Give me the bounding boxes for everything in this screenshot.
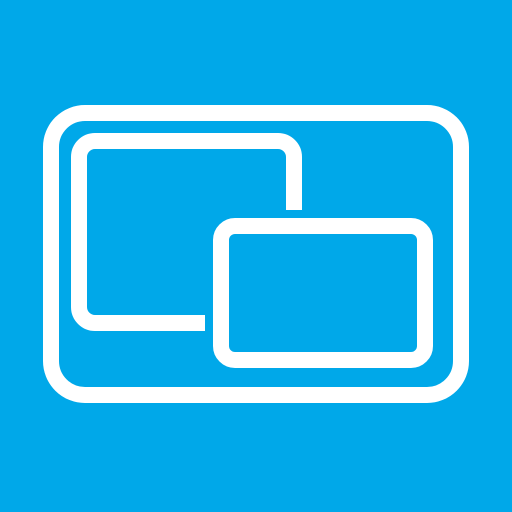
floating-window-cutout: [205, 210, 441, 376]
picture-in-picture-icon: [0, 0, 512, 512]
app-icon: [0, 0, 512, 512]
